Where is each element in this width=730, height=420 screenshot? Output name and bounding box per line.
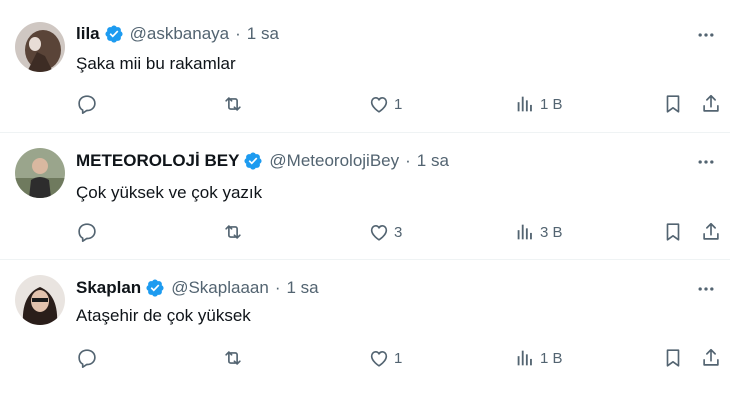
display-name[interactable]: lila [76, 23, 100, 45]
user-handle[interactable]: @MeteorolojiBey [269, 150, 399, 172]
tweet-text: Ataşehir de çok yüksek [76, 306, 251, 325]
views-button[interactable]: 3 B [514, 220, 563, 244]
tweet-text: Şaka mii bu rakamlar [76, 54, 236, 73]
like-button[interactable]: 3 [368, 220, 402, 244]
retweet-icon [222, 221, 244, 243]
reply-button[interactable] [76, 92, 102, 116]
reply-icon [76, 93, 98, 115]
tweet-header: Skaplan @Skaplaaan · 1 sa [76, 277, 319, 299]
like-button[interactable]: 1 [368, 92, 402, 116]
avatar-image [15, 275, 65, 325]
like-count: 3 [394, 223, 403, 241]
bookmark-icon [662, 221, 684, 243]
retweet-button[interactable] [222, 346, 248, 370]
reply-button[interactable] [76, 346, 102, 370]
heart-icon [368, 93, 390, 115]
share-icon [700, 93, 722, 115]
action-bar: 3 3 B [76, 220, 724, 244]
more-icon[interactable] [694, 277, 718, 301]
views-icon [514, 221, 536, 243]
view-count: 1 B [540, 349, 563, 367]
display-name[interactable]: METEOROLOJİ BEY [76, 150, 239, 172]
separator: · [235, 24, 241, 43]
more-icon[interactable] [694, 23, 718, 47]
reply-icon [76, 347, 98, 369]
tweet[interactable]: lila @askbanaya · 1 sa Şaka mii bu rakam… [0, 0, 730, 132]
tweet-header: METEOROLOJİ BEY @MeteorolojiBey · 1 sa [76, 150, 449, 172]
share-icon [700, 347, 722, 369]
tweet-header: lila @askbanaya · 1 sa [76, 23, 279, 45]
retweet-button[interactable] [222, 92, 248, 116]
timestamp[interactable]: 1 sa [247, 23, 279, 45]
like-button[interactable]: 1 [368, 346, 402, 370]
avatar[interactable] [15, 275, 65, 325]
share-button[interactable] [700, 220, 722, 244]
retweet-button[interactable] [222, 220, 248, 244]
share-button[interactable] [700, 346, 722, 370]
like-count: 1 [394, 95, 403, 113]
separator: · [405, 151, 411, 170]
action-bar: 1 1 B [76, 92, 724, 116]
verified-badge-icon [104, 24, 124, 44]
tweet-text: Çok yüksek ve çok yazık [76, 183, 263, 202]
avatar-image [15, 148, 65, 198]
verified-badge-icon [145, 278, 165, 298]
tweet[interactable]: Skaplan @Skaplaaan · 1 sa Ataşehir de ço… [0, 260, 730, 420]
bookmark-icon [662, 93, 684, 115]
timestamp[interactable]: 1 sa [417, 150, 449, 172]
avatar[interactable] [15, 22, 65, 72]
bookmark-button[interactable] [662, 92, 684, 116]
view-count: 3 B [540, 223, 563, 241]
user-handle[interactable]: @askbanaya [130, 23, 230, 45]
views-button[interactable]: 1 B [514, 346, 563, 370]
view-count: 1 B [540, 95, 563, 113]
tweet[interactable]: METEOROLOJİ BEY @MeteorolojiBey · 1 sa Ç… [0, 133, 730, 259]
avatar-image [15, 22, 65, 72]
retweet-icon [222, 93, 244, 115]
separator: · [274, 278, 281, 297]
user-handle[interactable]: @Skaplaaan [171, 277, 269, 299]
reply-icon [76, 221, 98, 243]
more-icon[interactable] [694, 150, 718, 174]
action-bar: 1 1 B [76, 346, 724, 370]
avatar[interactable] [15, 148, 65, 198]
views-button[interactable]: 1 B [514, 92, 563, 116]
heart-icon [368, 347, 390, 369]
views-icon [514, 347, 536, 369]
bookmark-button[interactable] [662, 220, 684, 244]
share-button[interactable] [700, 92, 722, 116]
heart-icon [368, 221, 390, 243]
share-icon [700, 221, 722, 243]
reply-button[interactable] [76, 220, 102, 244]
retweet-icon [222, 347, 244, 369]
views-icon [514, 93, 536, 115]
timestamp[interactable]: 1 sa [286, 277, 318, 299]
bookmark-icon [662, 347, 684, 369]
bookmark-button[interactable] [662, 346, 684, 370]
display-name[interactable]: Skaplan [76, 277, 141, 299]
like-count: 1 [394, 349, 403, 367]
verified-badge-icon [243, 151, 263, 171]
